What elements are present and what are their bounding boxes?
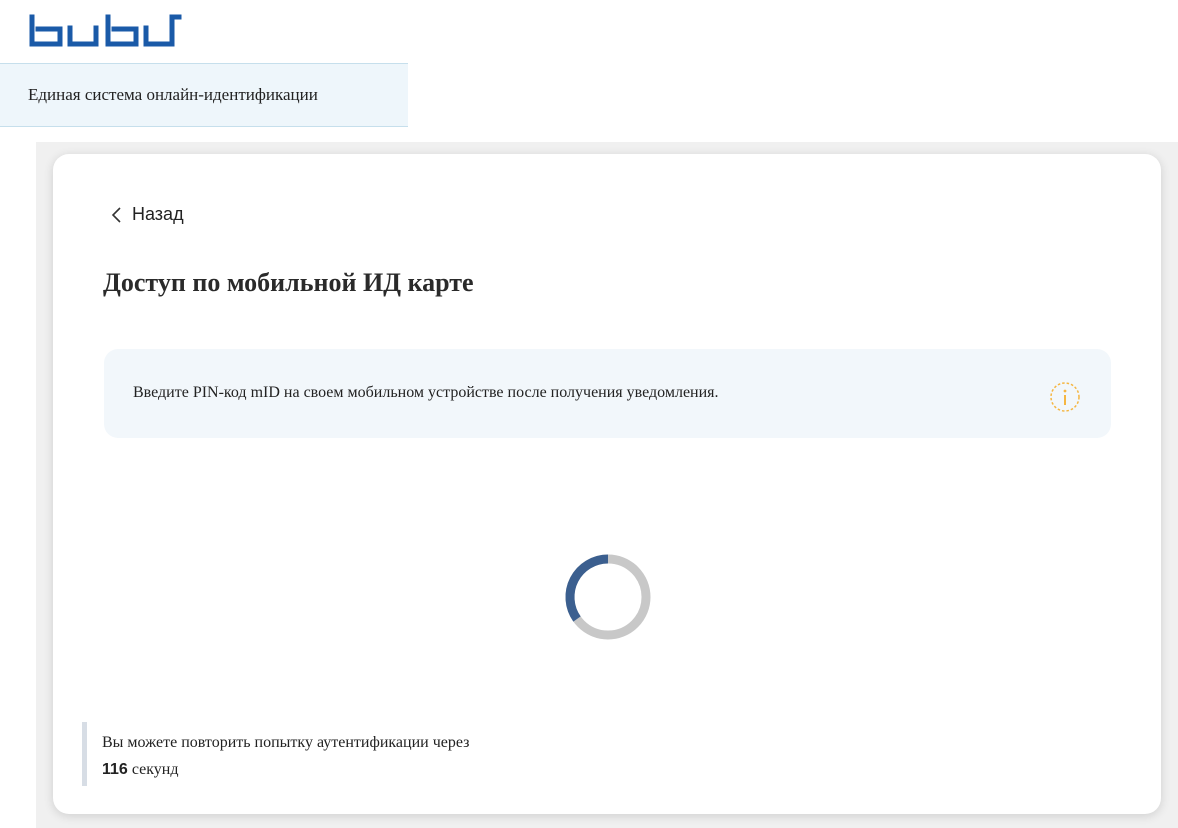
info-notice: Введите PIN-код mID на своем мобильном у… [104,349,1111,438]
auth-card [53,154,1161,814]
system-subtitle: Единая система онлайн-идентификации [28,85,318,104]
loading-spinner [565,554,651,640]
retry-message: Вы можете повторить попытку аутентификац… [102,734,470,751]
bubu-logo [29,14,182,47]
retry-seconds: 116 [102,761,128,778]
back-button[interactable]: Назад [110,204,184,225]
info-icon [1050,382,1080,412]
back-button-label: Назад [132,204,184,224]
system-subtitle-bar: Единая система онлайн-идентификации [0,63,408,127]
page-title: Доступ по мобильной ИД карте [103,268,474,297]
retry-unit: секунд [131,761,179,778]
chevron-left-icon [111,206,121,223]
retry-countdown: Вы можете повторить попытку аутентификац… [82,722,469,786]
info-notice-text: Введите PIN-код mID на своем мобильном у… [133,384,719,401]
